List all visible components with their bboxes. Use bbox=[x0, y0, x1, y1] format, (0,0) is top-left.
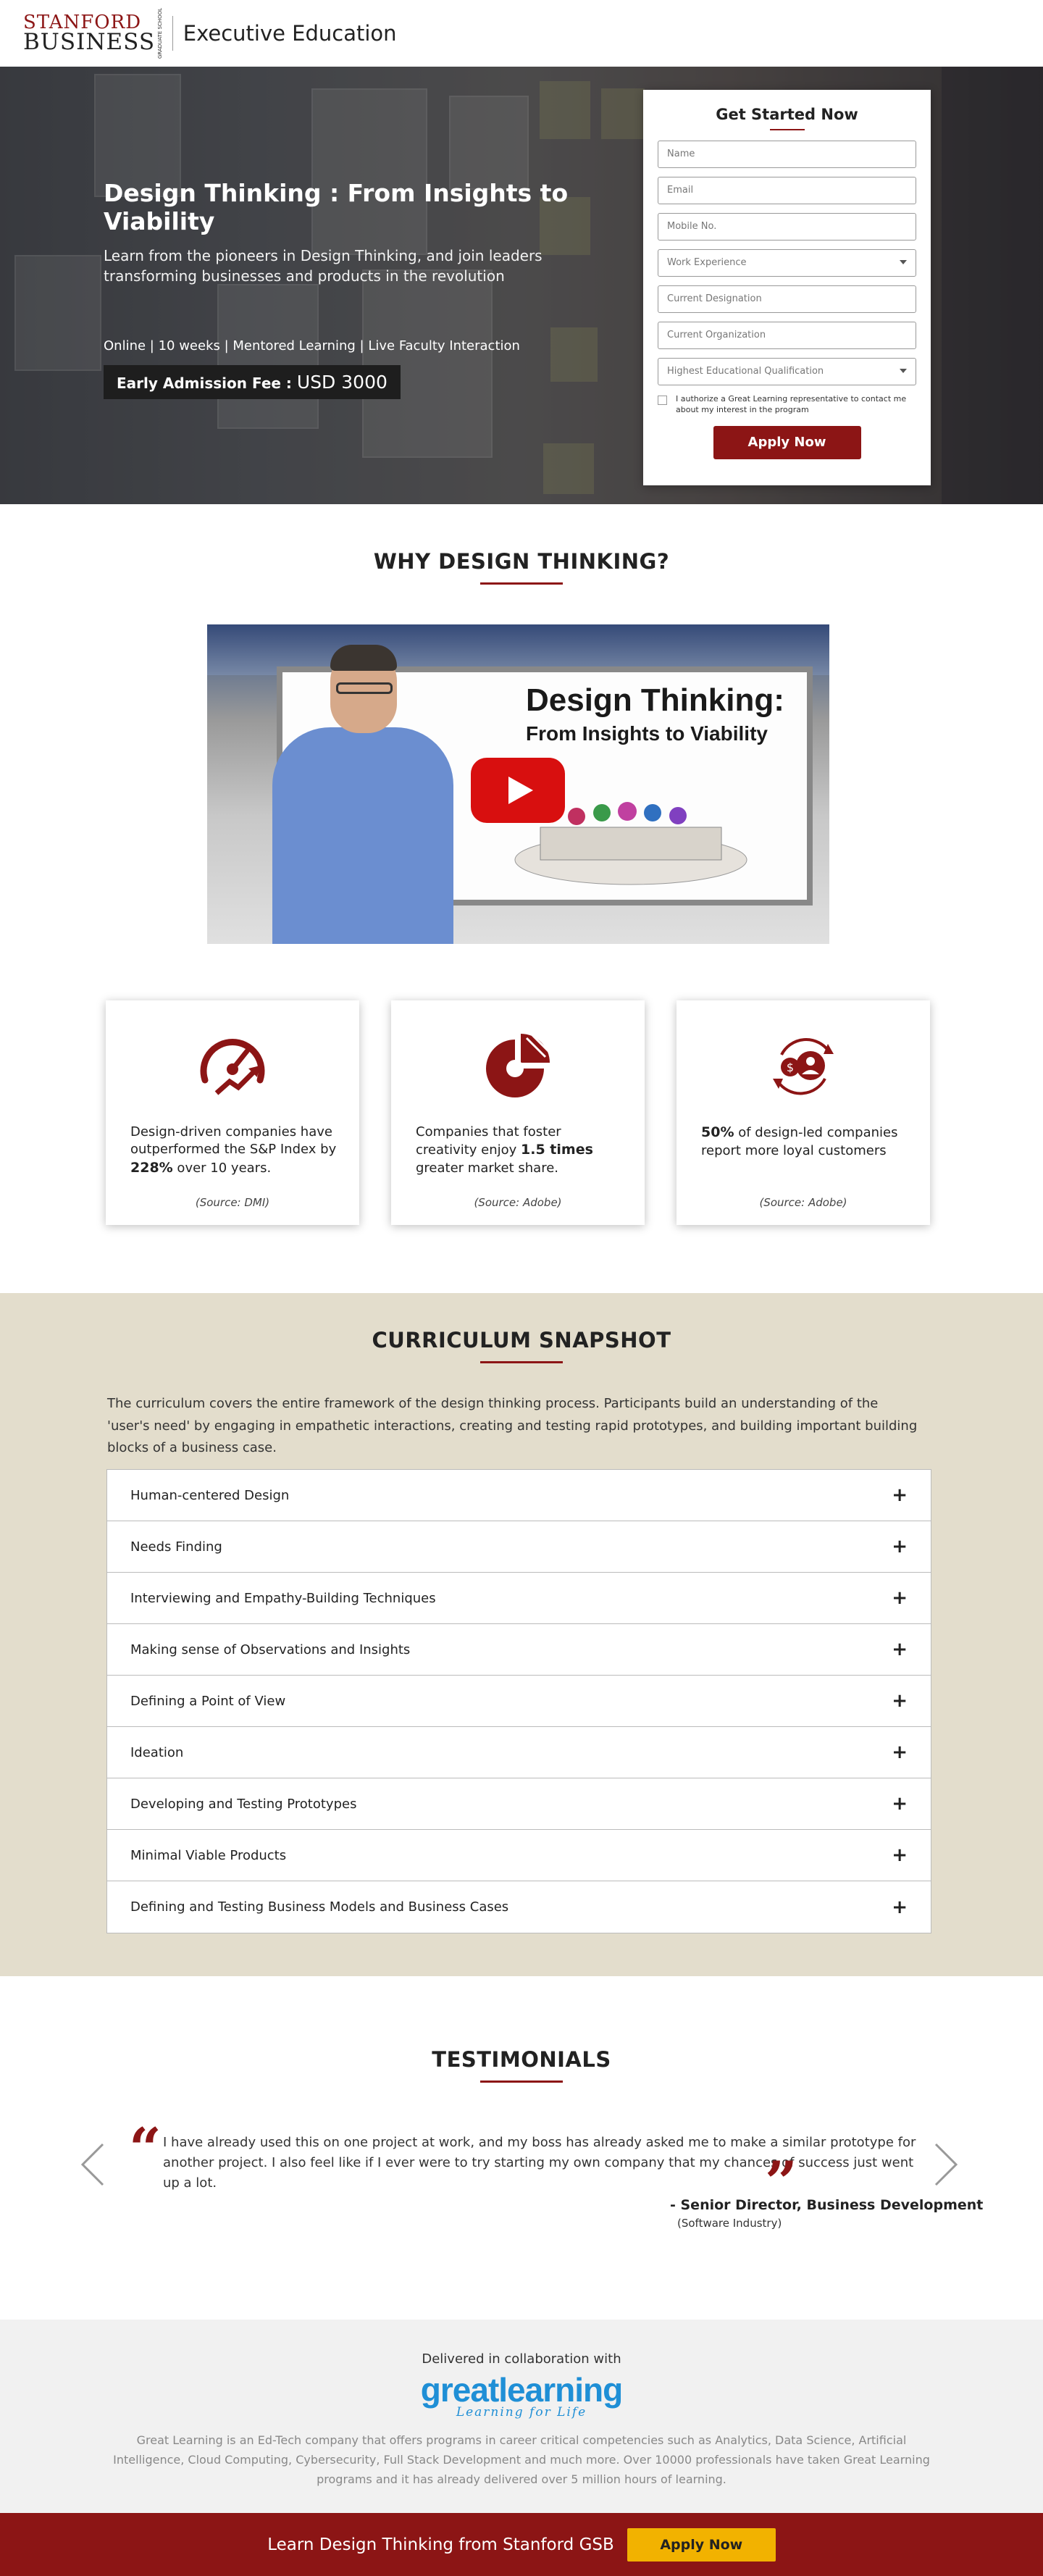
plus-icon: + bbox=[892, 1741, 908, 1763]
plus-icon: + bbox=[892, 1844, 908, 1866]
plus-icon: + bbox=[892, 1896, 908, 1918]
speedometer-growth-icon bbox=[200, 1039, 265, 1095]
plus-icon: + bbox=[892, 1639, 908, 1660]
sticky-cta-text: Learn Design Thinking from Stanford GSB bbox=[267, 2535, 614, 2554]
program-meta: Online | 10 weeks | Mentored Learning | … bbox=[104, 338, 520, 354]
carousel-prev-arrow-icon[interactable] bbox=[80, 2143, 109, 2186]
header-title: Executive Education bbox=[183, 21, 397, 46]
why-section-title: WHY DESIGN THINKING? bbox=[373, 549, 670, 574]
curriculum-accordion: Human-centered Design + Needs Finding + In… bbox=[106, 1469, 931, 1933]
customer-loyalty-icon: $ bbox=[773, 1038, 834, 1095]
admission-fee-badge: Early Admission Fee : USD 3000 bbox=[104, 365, 401, 399]
accordion-item[interactable]: Needs Finding + bbox=[107, 1521, 931, 1573]
footer-description: Great Learning is an Ed-Tech company tha… bbox=[113, 2433, 930, 2487]
email-field[interactable]: Email bbox=[658, 177, 916, 204]
stat-source: (Source: Adobe) bbox=[759, 1196, 847, 1209]
chevron-down-icon bbox=[900, 369, 907, 373]
consent-row: I authorize a Great Learning representat… bbox=[658, 394, 916, 416]
gl-logo-name: greatlearning bbox=[420, 2371, 623, 2409]
header-divider bbox=[172, 16, 173, 51]
stat-source: (Source: Adobe) bbox=[474, 1196, 562, 1209]
curriculum-title: CURRICULUM SNAPSHOT bbox=[372, 1328, 671, 1352]
stat-text: 50% of design-led companies report more … bbox=[701, 1124, 898, 1158]
hero-content: Design Thinking : From Insights to Viabi… bbox=[104, 179, 640, 399]
video-subtitle: From Insights to Viability bbox=[526, 722, 768, 745]
apply-now-button[interactable]: Apply Now bbox=[713, 425, 861, 459]
stat-card: Companies that foster creativity enjoy 1… bbox=[391, 1000, 645, 1225]
chevron-down-icon bbox=[900, 260, 907, 264]
video-title: Design Thinking: bbox=[526, 682, 784, 718]
qualification-select[interactable]: Highest Educational Qualification bbox=[658, 358, 916, 385]
work-experience-select[interactable]: Work Experience bbox=[658, 249, 916, 277]
hero-title: Design Thinking : From Insights to Viabi… bbox=[104, 179, 569, 235]
play-icon[interactable] bbox=[471, 758, 565, 823]
testimonials-title-underline bbox=[480, 2081, 563, 2083]
fee-amount: USD 3000 bbox=[296, 372, 388, 393]
pie-chart-icon bbox=[486, 1034, 550, 1097]
designation-field[interactable]: Current Designation bbox=[658, 285, 916, 313]
collab-label: Delivered in collaboration with bbox=[422, 2351, 621, 2367]
stat-card: $ 50% of design-led companies report mor… bbox=[677, 1000, 930, 1225]
stat-source: (Source: DMI) bbox=[195, 1196, 270, 1209]
video-player[interactable]: Design Thinking: From Insights to Viabil… bbox=[207, 624, 829, 944]
carousel-next-arrow-icon[interactable] bbox=[930, 2143, 959, 2186]
plus-icon: + bbox=[892, 1484, 908, 1506]
gl-logo-tagline: Learning for Life bbox=[456, 2405, 587, 2420]
accordion-item[interactable]: Interviewing and Empathy-Building Techni… bbox=[107, 1573, 931, 1624]
accordion-item[interactable]: Defining and Testing Business Models and… bbox=[107, 1881, 931, 1933]
form-title-underline bbox=[769, 129, 805, 130]
curriculum-title-underline bbox=[480, 1361, 563, 1363]
svg-text:$: $ bbox=[787, 1061, 794, 1074]
sticky-cta-bar: Learn Design Thinking from Stanford GSB … bbox=[0, 2513, 1043, 2576]
work-experience-label: Work Experience bbox=[667, 257, 747, 268]
curriculum-description: The curriculum covers the entire framewo… bbox=[107, 1396, 918, 1456]
plus-icon: + bbox=[892, 1587, 908, 1609]
logo-line-2: BUSINESS bbox=[23, 28, 156, 55]
site-header: STANFORD BUSINESS GRADUATE SCHOOL Execut… bbox=[0, 0, 1043, 67]
stanford-gsb-logo[interactable]: STANFORD BUSINESS GRADUATE SCHOOL bbox=[23, 8, 164, 59]
testimonials-title: TESTIMONIALS bbox=[432, 2047, 611, 2072]
accordion-item[interactable]: Making sense of Observations and Insight… bbox=[107, 1624, 931, 1676]
logo-side-text: GRADUATE SCHOOL bbox=[157, 8, 164, 59]
quote-open-icon: “ bbox=[129, 2116, 162, 2182]
consent-checkbox[interactable] bbox=[658, 396, 667, 405]
qualification-label: Highest Educational Qualification bbox=[667, 366, 824, 377]
organization-field[interactable]: Current Organization bbox=[658, 322, 916, 349]
consent-text: I authorize a Great Learning representat… bbox=[676, 394, 907, 414]
stat-card: Design-driven companies have outperforme… bbox=[106, 1000, 359, 1225]
name-field[interactable]: Name bbox=[658, 141, 916, 168]
testimonial-company: (Software Industry) bbox=[677, 2217, 782, 2230]
plus-icon: + bbox=[892, 1536, 908, 1557]
accordion-item[interactable]: Defining a Point of View + bbox=[107, 1676, 931, 1727]
sticky-apply-now-button[interactable]: Apply Now bbox=[627, 2527, 776, 2562]
testimonial-author: - Senior Director, Business Development bbox=[670, 2197, 984, 2213]
form-title: Get Started Now bbox=[716, 106, 858, 123]
stat-text: Companies that foster creativity enjoy 1… bbox=[416, 1124, 593, 1176]
great-learning-logo: greatlearning Learning for Life bbox=[0, 2370, 1043, 2420]
hero-subtitle: Learn from the pioneers in Design Thinki… bbox=[104, 247, 543, 285]
footer: Delivered in collaboration with greatlea… bbox=[0, 2320, 1043, 2513]
presenter-image bbox=[272, 640, 453, 944]
accordion-item[interactable]: Human-centered Design + bbox=[107, 1470, 931, 1521]
curriculum-section: CURRICULUM SNAPSHOT The curriculum cover… bbox=[0, 1293, 1043, 1976]
fee-label: Early Admission Fee : bbox=[117, 375, 292, 392]
mobile-field[interactable]: Mobile No. bbox=[658, 213, 916, 241]
accordion-item[interactable]: Minimal Viable Products + bbox=[107, 1830, 931, 1881]
plus-icon: + bbox=[892, 1793, 908, 1815]
why-title-underline bbox=[480, 582, 563, 585]
stat-text: Design-driven companies have outperforme… bbox=[130, 1124, 337, 1176]
accordion-item[interactable]: Developing and Testing Prototypes + bbox=[107, 1778, 931, 1830]
plus-icon: + bbox=[892, 1690, 908, 1712]
accordion-item[interactable]: Ideation + bbox=[107, 1727, 931, 1778]
testimonial-quote: I have already used this on one project … bbox=[163, 2135, 916, 2191]
lead-form: Get Started Now Name Email Mobile No. Wo… bbox=[643, 90, 931, 485]
